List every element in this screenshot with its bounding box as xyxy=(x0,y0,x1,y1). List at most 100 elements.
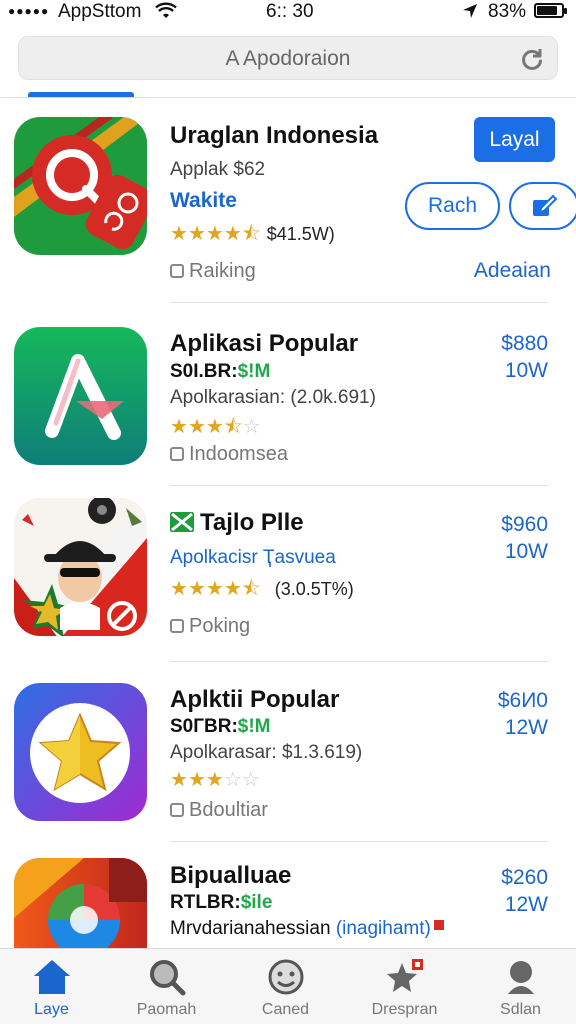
app-title: Tajlo Plle xyxy=(170,509,304,537)
app-meta: Raiking xyxy=(170,260,256,283)
price-sub: 10W xyxy=(504,540,548,563)
separator xyxy=(170,485,548,486)
person-icon xyxy=(463,957,576,997)
star-rating: ★★★☆☆ xyxy=(170,767,260,792)
meta-icon xyxy=(170,447,184,461)
star-icon: ★ xyxy=(205,416,224,438)
separator xyxy=(170,302,548,303)
star-icon: ⯪ xyxy=(241,223,261,245)
search-bar[interactable]: A Apodoraion xyxy=(18,36,558,80)
star-icon: ☆ xyxy=(242,416,261,438)
tab-caned[interactable]: Caned xyxy=(228,957,343,1019)
price[interactable]: $6И0 12W xyxy=(498,687,548,741)
meta-text: Indoomsea xyxy=(189,443,288,465)
price-sub: 12W xyxy=(504,893,548,916)
app-title: Uraglan Indonesia xyxy=(170,122,379,149)
app-meta: Bdoultiar xyxy=(170,799,268,822)
star-icon: ★ xyxy=(187,416,206,438)
price-value[interactable]: $960 xyxy=(501,511,548,538)
app-meta: Poking xyxy=(170,615,250,638)
star-rating: ★★★★⯪ (3.0.5T%) xyxy=(170,574,354,608)
star-icon: ★ xyxy=(187,223,206,245)
wifi-icon xyxy=(155,2,177,25)
app-icon[interactable] xyxy=(14,117,147,255)
star-icon: ★ xyxy=(170,416,188,438)
tab-label: Paomah xyxy=(136,1001,197,1018)
app-detail: Apolkarasar: $1.3.619) xyxy=(170,742,363,763)
subtitle-green: $!M xyxy=(237,716,271,737)
details-link[interactable]: Adeaian xyxy=(474,259,551,283)
separator xyxy=(170,661,548,662)
tab-bar: Laye Paomah Caned Drespran Sdlan xyxy=(0,948,576,1024)
subtitle-green: $!M xyxy=(237,361,271,382)
app-icon[interactable] xyxy=(14,683,147,821)
detail-link[interactable]: (inagihamt) xyxy=(336,918,431,939)
subtitle-green: $ile xyxy=(240,892,273,913)
app-icon[interactable] xyxy=(14,327,147,465)
search-placeholder[interactable]: A Apodoraion xyxy=(19,47,557,71)
rating-text: $41.5W) xyxy=(266,224,335,244)
price-value[interactable]: $6И0 xyxy=(498,687,548,714)
location-arrow-icon xyxy=(462,3,478,24)
app-subtitle: Apolkacisr Ҭasvuea xyxy=(170,547,336,568)
star-icon: ★ xyxy=(223,223,242,245)
star-rating: ★★★★⯪ $41.5W) xyxy=(170,219,335,253)
tab-search[interactable]: Paomah xyxy=(109,957,224,1019)
meta-icon xyxy=(170,619,184,633)
meta-text: Poking xyxy=(189,615,251,637)
app-subtitle: Applak $62 xyxy=(170,159,266,180)
star-icon: ☆ xyxy=(223,769,242,791)
app-subtitle: S0I.BR:$!M xyxy=(170,361,270,383)
price[interactable]: $880 10W xyxy=(501,330,548,384)
star-icon: ☆ xyxy=(241,769,260,791)
star-icon: ★ xyxy=(170,578,188,600)
star-icon: ★ xyxy=(223,578,242,600)
rating-text: (3.0.5T%) xyxy=(274,579,354,599)
battery-icon xyxy=(534,3,567,18)
meta-text: Raiking xyxy=(189,260,256,282)
star-icon: ★ xyxy=(187,769,206,791)
app-icon[interactable] xyxy=(14,858,147,948)
tab-label: Drespran xyxy=(371,1001,438,1018)
star-icon: ★ xyxy=(187,578,206,600)
app-title: Bipualluae xyxy=(170,862,292,889)
star-icon: ★ xyxy=(170,223,188,245)
price-sub: 10W xyxy=(504,359,548,382)
app-tag[interactable]: Wakite xyxy=(170,189,237,213)
edit-button[interactable] xyxy=(509,182,576,230)
subtitle-prefix: S0I.BR: xyxy=(170,361,238,382)
tab-label: Caned xyxy=(261,1001,310,1018)
price[interactable]: $960 10W xyxy=(501,511,548,565)
face-icon xyxy=(228,957,343,997)
star-rating: ★★★⯪☆ xyxy=(170,412,261,446)
meta-icon xyxy=(170,803,184,817)
reach-button[interactable]: Rach xyxy=(405,182,500,230)
detail-text: Mrvdarianahessian xyxy=(170,918,331,939)
refresh-icon[interactable] xyxy=(519,46,545,77)
app-subtitle: RTLBR:$ile xyxy=(170,892,272,914)
price[interactable]: $260 12W xyxy=(501,864,548,918)
app-detail: Mrvdarianahessian (inagihamt) xyxy=(170,918,431,940)
tab-label: Laye xyxy=(34,1001,69,1018)
app-title: Aplikasi Popular xyxy=(170,330,359,357)
price-value[interactable]: $880 xyxy=(501,330,548,357)
clock: 6:: 30 xyxy=(266,1,314,22)
home-icon xyxy=(0,957,109,997)
price-value[interactable]: $260 xyxy=(501,864,548,891)
app-detail: Apolkarasian: (2.0k.691) xyxy=(170,387,376,408)
meta-icon xyxy=(170,264,184,278)
app-title: Aplktii Popular xyxy=(170,686,340,713)
tab-sdlan[interactable]: Sdlan xyxy=(463,957,576,1019)
battery-percent: 83% xyxy=(488,1,527,22)
star-icon: ⯪ xyxy=(241,578,261,600)
signal-dots-icon: ●●●●● xyxy=(8,4,50,18)
tab-home[interactable]: Laye xyxy=(0,957,109,1019)
app-icon[interactable] xyxy=(14,498,147,636)
star-icon: ★ xyxy=(205,223,224,245)
tab-drespran[interactable]: Drespran xyxy=(347,957,462,1019)
app-meta: Indoomsea xyxy=(170,443,288,466)
get-button[interactable]: Layal xyxy=(474,117,555,162)
star-icon: ★ xyxy=(205,578,224,600)
notification-dot xyxy=(434,920,444,930)
subtitle-prefix: RTLBR: xyxy=(170,892,241,913)
